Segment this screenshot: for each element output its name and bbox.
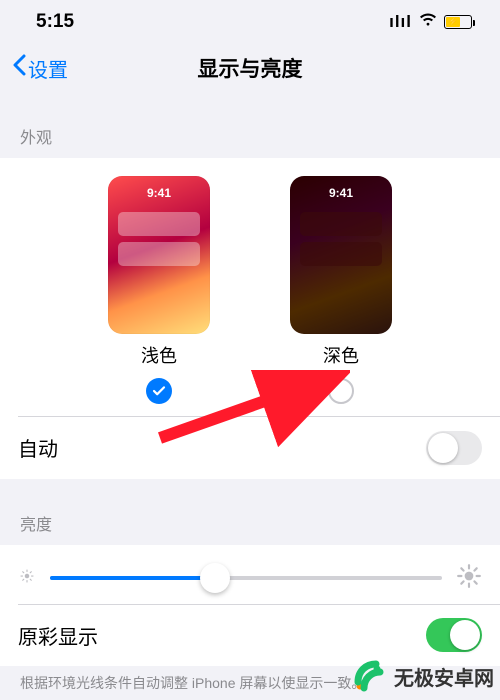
thumbnail-time: 9:41: [108, 186, 210, 200]
navigation-bar: 设置 显示与亮度: [0, 44, 500, 92]
radio-dark[interactable]: [328, 378, 354, 404]
notification-placeholder: [118, 242, 200, 266]
cellular-signal-icon: ılıl: [389, 12, 412, 32]
appearance-mode-row: 9:41 浅色 9:41 深色: [0, 158, 500, 416]
switch-knob: [428, 433, 458, 463]
battery-fill: ⚡: [446, 17, 460, 27]
mode-label-dark: 深色: [323, 342, 359, 368]
page-title: 显示与亮度: [0, 53, 500, 83]
appearance-mode-dark[interactable]: 9:41 深色: [290, 176, 392, 404]
watermark-text: 无极安卓网: [394, 662, 494, 691]
sun-min-icon: [18, 567, 36, 590]
notification-placeholder: [300, 242, 382, 266]
sun-max-icon: [456, 563, 482, 594]
brightness-slider[interactable]: [50, 563, 442, 593]
light-mode-thumbnail: 9:41: [108, 176, 210, 334]
true-tone-toggle[interactable]: [426, 618, 482, 652]
battery-icon: ⚡: [444, 15, 472, 29]
automatic-toggle[interactable]: [426, 431, 482, 465]
brightness-slider-row: [0, 545, 500, 604]
status-right: ılıl ⚡: [389, 11, 472, 33]
checkmark-icon: [152, 384, 166, 398]
switch-knob: [450, 620, 480, 650]
notification-placeholder: [118, 212, 200, 236]
back-button[interactable]: 设置: [12, 54, 68, 83]
status-time: 5:15: [36, 11, 74, 33]
wifi-icon: [418, 11, 438, 33]
charging-bolt-icon: ⚡: [448, 18, 458, 26]
dark-mode-thumbnail: 9:41: [290, 176, 392, 334]
slider-thumb[interactable]: [200, 563, 230, 593]
notification-placeholder: [300, 212, 382, 236]
automatic-row: 自动: [0, 417, 500, 479]
section-header-brightness: 亮度: [0, 479, 500, 545]
true-tone-label: 原彩显示: [18, 621, 98, 650]
slider-track-fill: [50, 576, 215, 580]
status-bar: 5:15 ılıl ⚡: [0, 0, 500, 44]
automatic-label: 自动: [18, 433, 58, 462]
mode-label-light: 浅色: [141, 342, 177, 368]
true-tone-row: 原彩显示: [0, 604, 500, 666]
brightness-panel: 原彩显示: [0, 545, 500, 667]
appearance-mode-light[interactable]: 9:41 浅色: [108, 176, 210, 404]
appearance-panel: 9:41 浅色 9:41 深色 自动: [0, 158, 500, 479]
watermark: 无极安卓网: [352, 658, 494, 694]
chevron-left-icon: [12, 54, 26, 82]
thumbnail-time: 9:41: [290, 186, 392, 200]
back-label: 设置: [28, 54, 68, 83]
section-header-appearance: 外观: [0, 92, 500, 158]
watermark-logo-icon: [352, 658, 388, 694]
radio-light[interactable]: [146, 378, 172, 404]
